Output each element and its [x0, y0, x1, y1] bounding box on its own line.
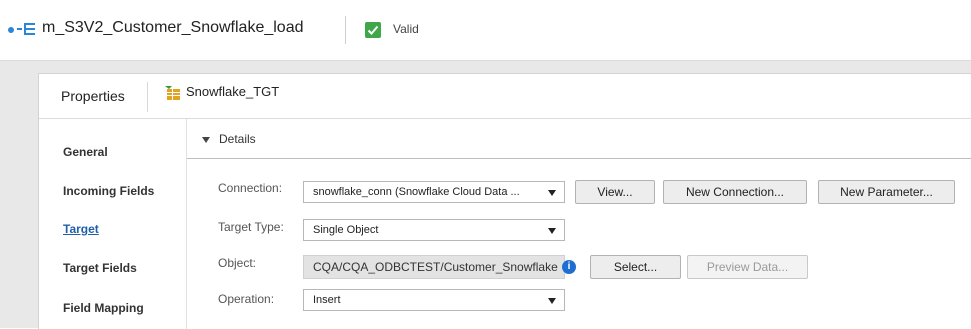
mapping-title: m_S3V2_Customer_Snowflake_load [42, 19, 304, 36]
collapse-triangle-icon [202, 136, 210, 143]
mapping-header: m_S3V2_Customer_Snowflake_load Valid [0, 0, 971, 61]
nav-divider [186, 119, 187, 329]
object-field: CQA/CQA_ODBCTEST/Customer_Snowflake [303, 255, 565, 279]
dropdown-arrow-icon [548, 228, 556, 234]
header-divider [147, 82, 148, 112]
info-icon[interactable]: i [562, 260, 576, 274]
select-object-button[interactable]: Select... [590, 255, 681, 279]
target-type-select[interactable]: Single Object [303, 219, 565, 241]
target-table-icon [165, 86, 180, 100]
connection-value: snowflake_conn (Snowflake Cloud Data ... [313, 186, 520, 198]
target-type-label: Target Type: [218, 220, 284, 234]
properties-nav: General Incoming Fields Target Target Fi… [39, 119, 187, 329]
dropdown-arrow-icon [548, 190, 556, 196]
nav-item-general[interactable]: General [63, 145, 108, 159]
connection-label: Connection: [218, 181, 283, 195]
status-dot-icon [8, 27, 14, 33]
nav-item-target[interactable]: Target [63, 222, 99, 236]
operation-select[interactable]: Insert [303, 289, 565, 311]
new-parameter-button[interactable]: New Parameter... [818, 180, 955, 204]
object-value: CQA/CQA_ODBCTEST/Customer_Snowflake [313, 260, 558, 274]
details-section-toggle[interactable]: Details [202, 132, 256, 146]
operation-label: Operation: [218, 292, 275, 306]
header-divider [345, 16, 346, 44]
connection-select[interactable]: snowflake_conn (Snowflake Cloud Data ... [303, 181, 565, 203]
details-title: Details [219, 132, 256, 146]
validation-status: Valid [393, 22, 419, 36]
operation-value: Insert [313, 294, 341, 306]
nav-item-incoming-fields[interactable]: Incoming Fields [63, 184, 154, 198]
valid-check-icon [365, 22, 381, 38]
mapping-icon [17, 23, 35, 35]
properties-panel: Properties Snowflake_TGT General Incomin… [38, 73, 971, 329]
new-connection-button[interactable]: New Connection... [663, 180, 807, 204]
details-divider [187, 158, 971, 159]
nav-item-field-mapping[interactable]: Field Mapping [63, 301, 144, 315]
properties-label: Properties [61, 88, 125, 104]
object-label: Object: [218, 256, 257, 270]
preview-data-button[interactable]: Preview Data... [687, 255, 808, 279]
dropdown-arrow-icon [548, 298, 556, 304]
properties-header: Properties Snowflake_TGT [39, 74, 971, 119]
nav-item-target-fields[interactable]: Target Fields [63, 261, 137, 275]
target-type-value: Single Object [313, 224, 379, 236]
object-name: Snowflake_TGT [186, 84, 280, 99]
view-connection-button[interactable]: View... [575, 180, 655, 204]
